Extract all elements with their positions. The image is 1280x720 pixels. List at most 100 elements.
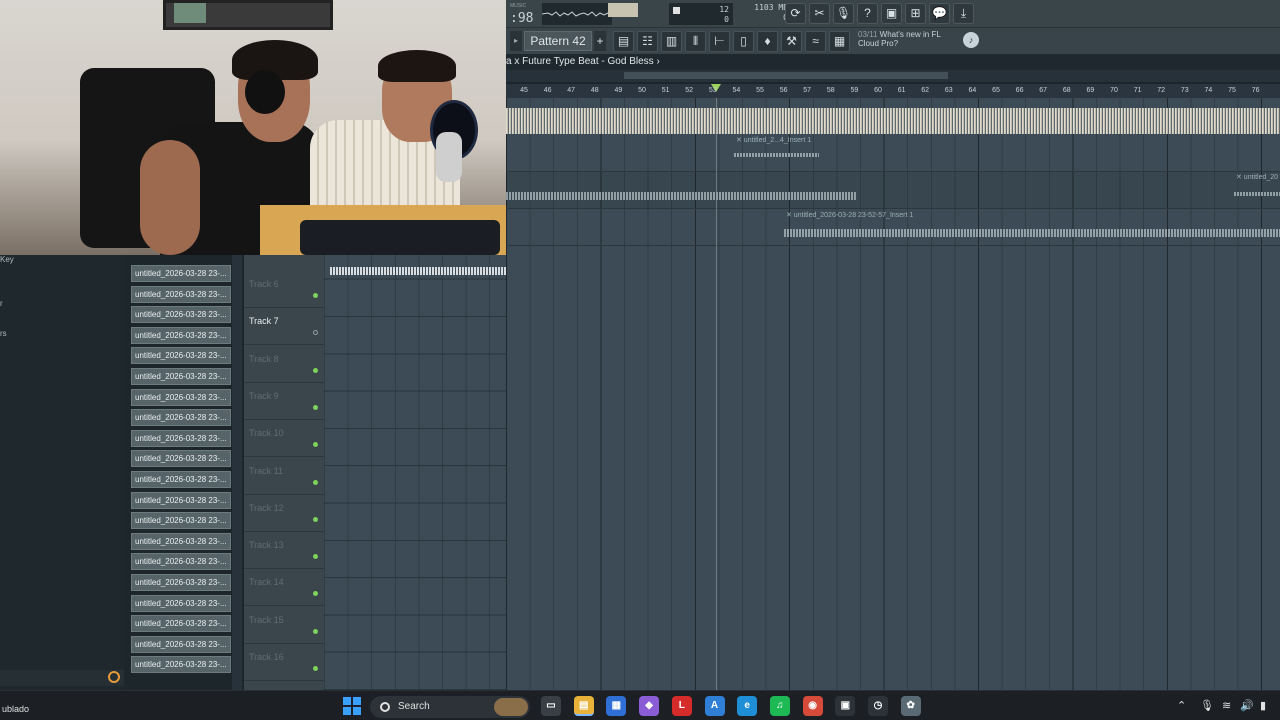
track-led-icon[interactable] (313, 404, 318, 410)
track-led-icon[interactable] (313, 479, 318, 485)
clip-list-item[interactable]: untitled_2026-03-28 23-... (131, 409, 231, 427)
track-led-icon[interactable] (313, 330, 318, 336)
chevron-up-icon[interactable]: ⌃ (1177, 699, 1186, 712)
chat-icon[interactable]: 💬 (929, 3, 950, 24)
clip-list-item[interactable]: untitled_2026-03-28 23-... (131, 656, 231, 674)
audio-clip[interactable] (330, 267, 506, 275)
mixer-icon[interactable]: ⊞ (905, 3, 926, 24)
audio-clip[interactable] (506, 192, 856, 200)
track-header[interactable]: Track 14 (244, 569, 324, 607)
tempo-display[interactable]: MUSIC :98 (510, 3, 540, 25)
clip-list-item[interactable]: untitled_2026-03-28 23-... (131, 347, 231, 365)
clip-list-item[interactable]: untitled_2026-03-28 23-... (131, 306, 231, 324)
track-header[interactable]: Track 11 (244, 458, 324, 495)
playlist-tracks[interactable]: ✕ untitled_2...4_Insert 1 ✕ untitled_20 … (506, 98, 1280, 690)
news-panel[interactable]: 03/11 What's new in FL Cloud Pro? (858, 30, 968, 52)
audio-clip[interactable] (1234, 192, 1280, 196)
copilot-icon[interactable]: ◆ (639, 696, 660, 716)
track-name[interactable]: Track 12 (249, 503, 284, 513)
news-icon[interactable]: ♪ (963, 32, 979, 48)
lane[interactable]: ✕ untitled_20 (506, 172, 1280, 209)
clip-list-item[interactable]: untitled_2026-03-28 23-... (131, 574, 231, 591)
track-header[interactable]: Track 8 (244, 346, 324, 383)
browser-label-key[interactable]: Key (0, 255, 14, 264)
store-icon[interactable]: ▦ (829, 31, 850, 52)
mic-icon[interactable]: 🎙 (833, 3, 854, 24)
spotify-icon[interactable]: ♫ (769, 696, 790, 716)
clip-list-item[interactable]: untitled_2026-03-28 23-... (131, 491, 231, 509)
track-header[interactable]: Track 6 (244, 271, 324, 308)
track-name[interactable]: Track 13 (249, 540, 284, 550)
clip-list-scrollbar[interactable] (232, 255, 242, 690)
track-name[interactable]: Track 16 (249, 652, 284, 662)
clip-list-item[interactable]: untitled_2026-03-28 23-... (131, 615, 231, 633)
audio-clip[interactable] (734, 153, 819, 157)
scrollbar-thumb[interactable] (624, 72, 948, 79)
clip-list-item[interactable]: untitled_2026-03-28 23-... (131, 512, 231, 530)
clip-list-item[interactable]: untitled_2026-03-28 23-... (131, 388, 231, 406)
track-led-icon[interactable] (313, 442, 318, 448)
clip-list-item[interactable]: untitled_2026-03-28 23-... (131, 635, 231, 653)
cut-icon[interactable]: ✂ (809, 3, 830, 24)
playlist-lower-lanes[interactable] (324, 255, 506, 690)
clip-list[interactable]: untitled_2026-03-28 23-... untitled_2026-… (124, 255, 244, 690)
clip-list-item[interactable]: untitled_2026-03-28 23-... (131, 532, 231, 550)
track-led-icon[interactable] (313, 516, 318, 522)
track-name[interactable]: Track 7 (249, 316, 279, 326)
track-header[interactable]: Track 9 (244, 383, 324, 420)
lane[interactable]: ✕ untitled_2...4_Insert 1 (506, 135, 1280, 172)
loop-icon[interactable]: ⟳ (785, 3, 806, 24)
tools-icon[interactable]: ⚒ (781, 31, 802, 52)
clip-list-item[interactable]: untitled_2026-03-28 23-... (131, 553, 231, 571)
channel-rack-icon[interactable]: ▥ (661, 31, 682, 52)
track-header[interactable]: Track 15 (244, 607, 324, 644)
clip-list-item[interactable]: untitled_2026-03-28 23-... (131, 429, 231, 447)
track-name[interactable]: Track 15 (249, 615, 284, 625)
clip-list-item[interactable]: untitled_2026-03-28 23-... (131, 450, 231, 468)
track-header[interactable]: Track 12 (244, 495, 324, 532)
project-icon[interactable]: ▯ (733, 31, 754, 52)
title-arrow-icon[interactable]: › (656, 56, 659, 67)
track-name[interactable]: Track 14 (249, 577, 284, 587)
clock-app-icon[interactable]: ◷ (868, 696, 888, 716)
track-led-icon[interactable] (313, 554, 318, 560)
clip-list-item[interactable]: untitled_2026-03-28 23-... (131, 471, 231, 488)
track-name[interactable]: Track 6 (249, 279, 279, 289)
audio-clip[interactable] (784, 229, 1280, 237)
edge-icon[interactable]: e (737, 696, 758, 716)
start-button[interactable] (343, 697, 361, 715)
arc-icon[interactable]: A (704, 696, 725, 716)
wifi-icon[interactable]: ≋ (1222, 699, 1231, 712)
track-header[interactable]: Track 16 (244, 644, 324, 681)
clip-list-item[interactable]: untitled_2026-03-28 23-... (131, 265, 231, 282)
playlist-icon[interactable]: ▤ (613, 31, 634, 52)
battery-icon[interactable]: ▮ (1260, 699, 1266, 712)
track-name[interactable]: Track 11 (249, 466, 283, 476)
browser-label-rs[interactable]: rs (0, 329, 7, 338)
help-icon[interactable]: ? (857, 3, 878, 24)
store-icon[interactable]: ▦ (606, 696, 627, 716)
track-name[interactable]: Track 10 (249, 428, 284, 438)
track-led-icon[interactable] (313, 666, 318, 671)
mixer-icon[interactable]: ⫴ (685, 31, 706, 52)
track-led-icon[interactable] (313, 293, 318, 298)
clip-list-item[interactable]: untitled_2026-03-28 23-... (131, 285, 231, 303)
audio-clip-waveform[interactable] (506, 108, 1280, 134)
horizontal-scrollbar[interactable] (506, 70, 1280, 82)
timeline-ruler[interactable]: 45 46 47 48 49 50 51 52 53 54 55 56 57 58 59 60 61 62 63 64… (506, 84, 1280, 98)
task-view-icon[interactable]: ▭ (541, 696, 561, 716)
piano-roll-icon[interactable]: ☷ (637, 31, 658, 52)
track-header[interactable]: Track 13 (244, 532, 324, 570)
track-name[interactable]: Track 9 (249, 391, 279, 401)
volume-icon[interactable]: 🔊 (1240, 699, 1254, 712)
browser-icon[interactable]: ⊢ (709, 31, 730, 52)
file-explorer-icon[interactable]: ▤ (573, 696, 594, 716)
acrobat-icon[interactable]: L (671, 696, 692, 716)
browser-label-r[interactable]: r (0, 299, 3, 308)
mic-tray-icon[interactable]: 🎙 (1200, 699, 1214, 712)
browser-search[interactable] (0, 670, 124, 686)
clip-list-item[interactable]: untitled_2026-03-28 23-... (131, 368, 231, 385)
track-name[interactable]: Track 8 (249, 354, 279, 364)
add-pattern-button[interactable]: + (594, 31, 606, 51)
window-icon[interactable]: ▣ (835, 696, 856, 716)
